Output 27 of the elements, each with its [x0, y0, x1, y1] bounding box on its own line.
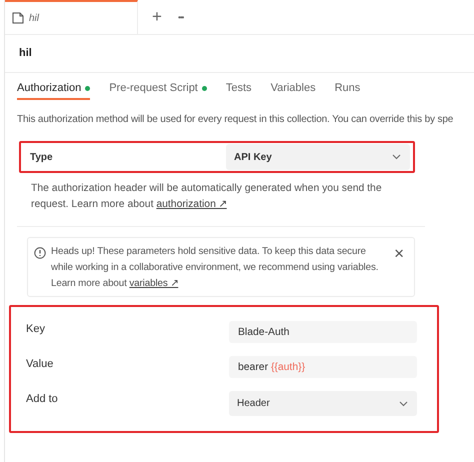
add-to-select[interactable]: Header	[229, 391, 417, 416]
section-tab[interactable]: Runs	[334, 82, 360, 100]
alert-text: Heads up! These parameters hold sensitive data. To keep this data secure while working in a collaborative environment, we recommend using variables. Learn more about variables ↗	[51, 245, 380, 291]
warning-icon	[34, 247, 46, 259]
type-select[interactable]: API Key	[226, 144, 410, 170]
authorization-link[interactable]: authorization ↗	[156, 199, 227, 210]
collection-name: hil	[5, 35, 474, 73]
section-tab[interactable]: Variables	[270, 82, 316, 100]
input-field[interactable]: bearer {{auth}}	[229, 356, 417, 378]
field-label: Add to	[26, 392, 58, 405]
section-tab[interactable]: Pre-request Script	[109, 82, 207, 100]
section-tab[interactable]: Authorization	[17, 82, 90, 100]
field-label: Key	[26, 322, 45, 335]
document-icon	[12, 12, 24, 24]
new-tab-button[interactable]: +	[144, 7, 170, 27]
field-label: Value	[26, 357, 54, 370]
chevron-down-icon	[392, 154, 401, 160]
close-button[interactable]: ×	[390, 246, 408, 262]
more-button[interactable]: •••	[170, 12, 192, 22]
description-text: This authorization method will be used for every request in this collection. You can override this by spe	[16, 113, 454, 125]
chevron-down-icon	[399, 400, 408, 406]
variables-link[interactable]: variables ↗	[129, 278, 178, 289]
section-tab[interactable]: Tests	[226, 82, 252, 100]
input-field[interactable]: Blade-Auth	[229, 321, 417, 343]
type-label: Type	[30, 152, 53, 162]
help-text: The authorization header will be automatically generated when you send the request. Learn more about authorization ↗	[30, 182, 383, 212]
collection-tab[interactable]: hil	[5, 0, 138, 34]
